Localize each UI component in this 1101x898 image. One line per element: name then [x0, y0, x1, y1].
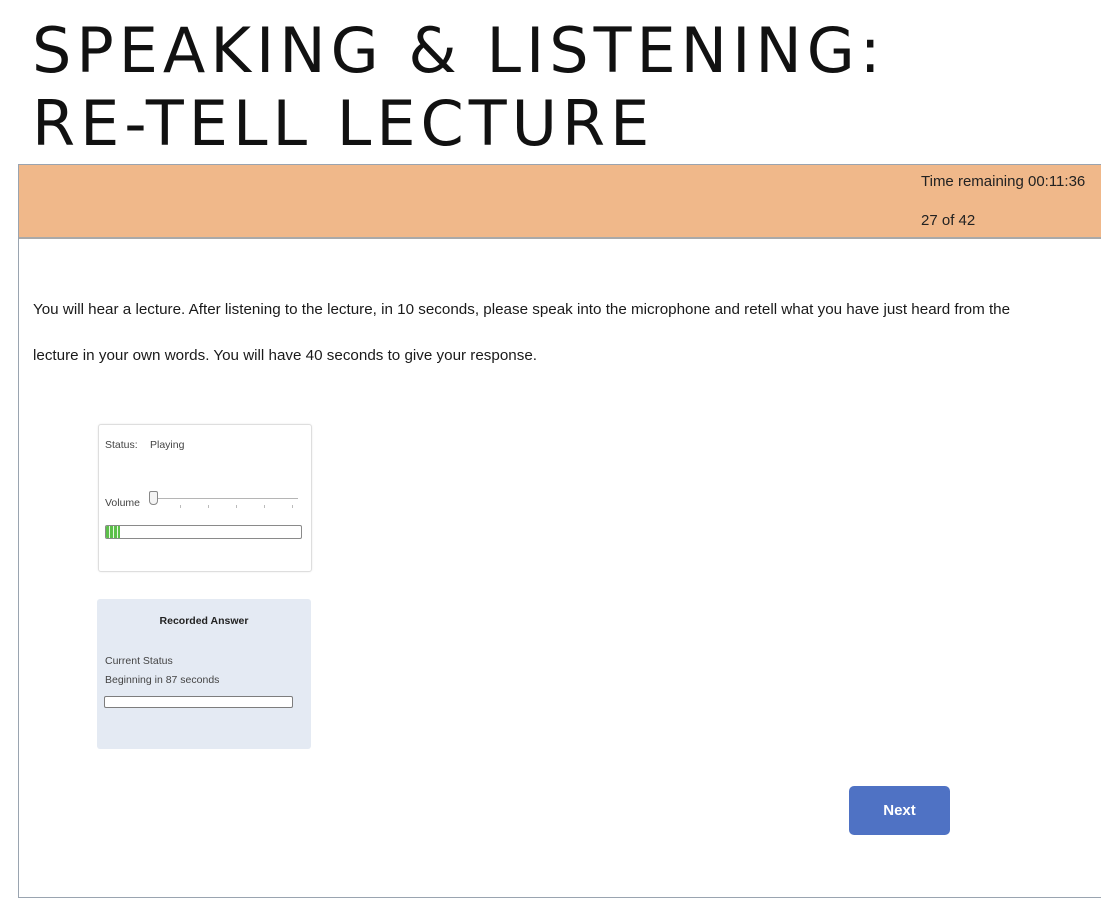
- volume-slider-tick: [264, 505, 265, 508]
- volume-slider-tick: [180, 505, 181, 508]
- recorded-answer-panel: Recorded Answer Current Status Beginning…: [97, 599, 311, 749]
- volume-label: Volume: [105, 497, 141, 509]
- question-progress: 27 of 42: [921, 212, 976, 229]
- audio-status-value: Playing: [150, 439, 185, 451]
- slide-title-line-2: RE-TELL LECTURE: [32, 87, 655, 160]
- time-remaining: Time remaining 00:11:36: [921, 173, 1086, 190]
- current-status-value: Beginning in 87 seconds: [105, 674, 220, 686]
- volume-slider-track: [152, 498, 298, 499]
- volume-slider-tick: [292, 505, 293, 508]
- audio-status-label: Status:: [105, 439, 138, 451]
- audio-player-panel: Status: Playing Volume: [98, 424, 312, 572]
- test-window: Time remaining 00:11:36 27 of 42 You wil…: [18, 164, 1101, 898]
- audio-playback-progress-fill: [106, 526, 120, 538]
- volume-slider-tick: [236, 505, 237, 508]
- test-header-bar: Time remaining 00:11:36 27 of 42: [19, 165, 1101, 239]
- volume-slider-tick: [208, 505, 209, 508]
- volume-slider[interactable]: [149, 491, 298, 509]
- audio-playback-progress-bar: [105, 525, 302, 539]
- volume-slider-thumb[interactable]: [149, 491, 158, 505]
- instructions-text: You will hear a lecture. After listening…: [33, 301, 1011, 364]
- slide-title-line-1: SPEAKING & LISTENING:: [32, 14, 886, 87]
- recording-progress-bar: [104, 696, 293, 708]
- slide-title: SPEAKING & LISTENING: RE-TELL LECTURE: [32, 14, 886, 160]
- recorded-answer-title: Recorded Answer: [159, 615, 249, 627]
- current-status-label: Current Status: [105, 655, 173, 667]
- next-button[interactable]: Next: [849, 786, 950, 835]
